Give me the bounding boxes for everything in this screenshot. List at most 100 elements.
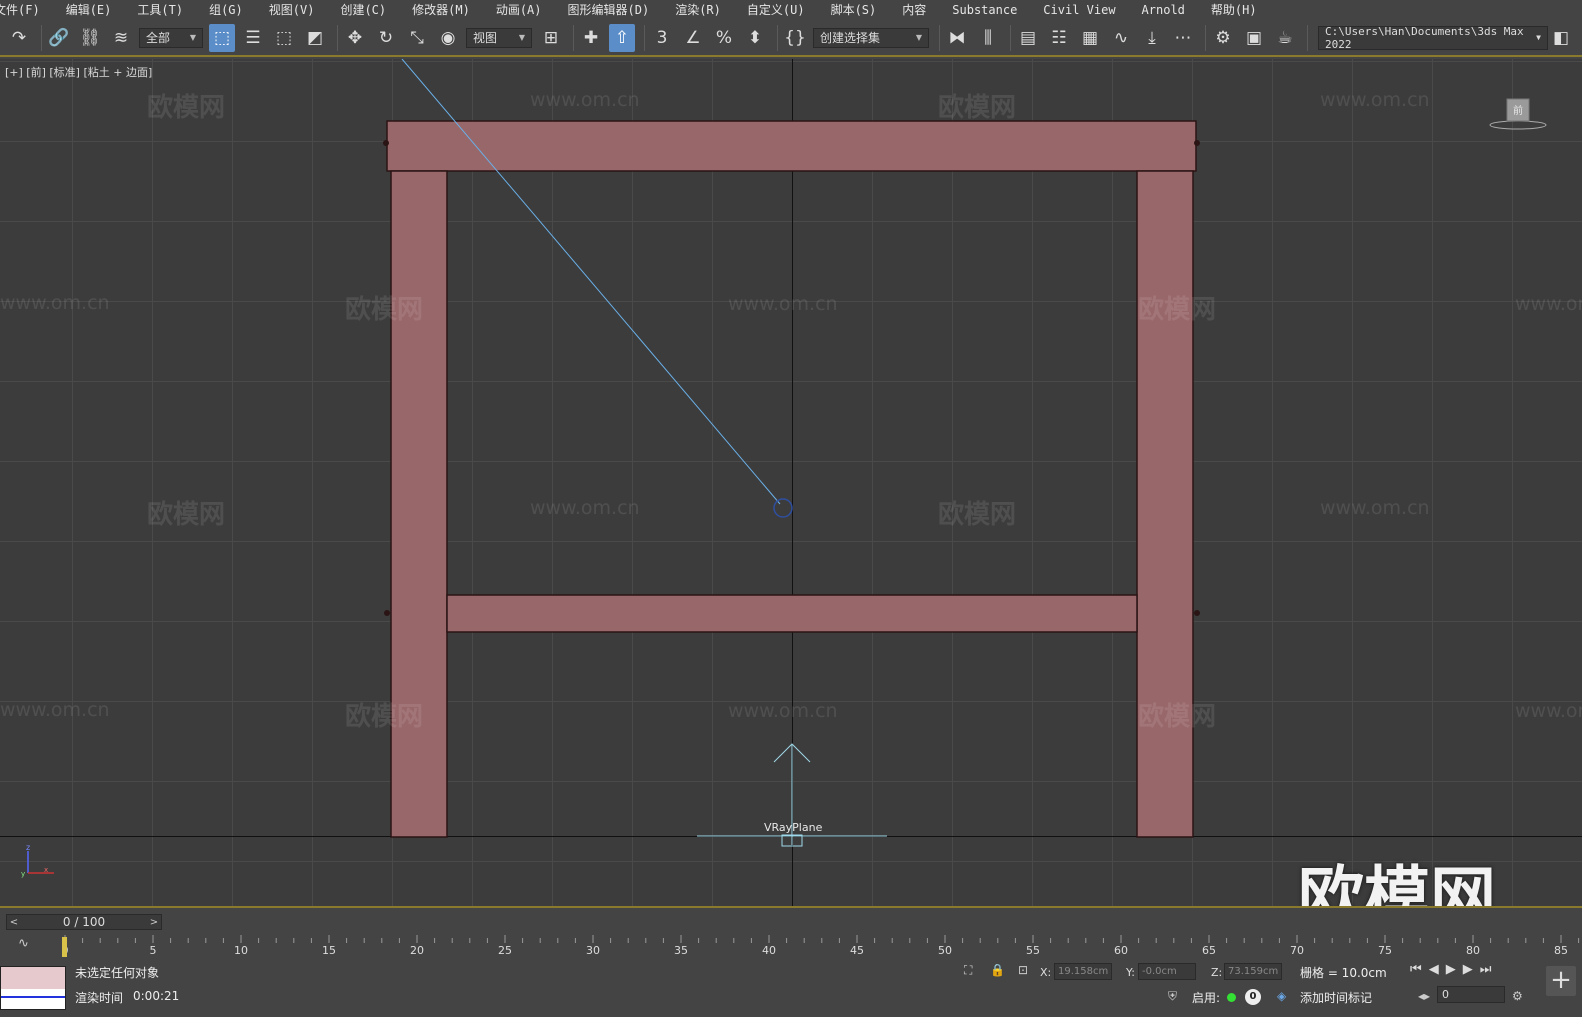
- toolbar-divider: [939, 24, 940, 51]
- mini-curve-editor-icon[interactable]: ∿: [18, 936, 40, 954]
- time-tag-icon[interactable]: ◈: [1277, 989, 1286, 1003]
- curve-editor-icon[interactable]: ∿: [1108, 24, 1134, 52]
- select-by-name-icon[interactable]: ☰: [240, 24, 266, 52]
- add-time-tag-button[interactable]: 添加时间标记: [1300, 989, 1372, 1006]
- project-path-dropdown[interactable]: C:\Users\Han\Documents\3ds Max 2022 ▼: [1318, 25, 1548, 51]
- select-manipulate-icon[interactable]: ✚: [578, 24, 604, 52]
- schematic-view-icon[interactable]: ⋯: [1170, 24, 1196, 52]
- angle-snap-icon[interactable]: ∠: [680, 24, 706, 52]
- select-object-button[interactable]: ⬚: [209, 23, 235, 52]
- ribbon-icon[interactable]: ▦: [1077, 24, 1103, 52]
- scene-explorer-icon[interactable]: ▤: [1015, 24, 1041, 52]
- chevron-down-icon: ▼: [915, 33, 922, 42]
- link-icon[interactable]: 🔗: [46, 24, 72, 52]
- viewport-label[interactable]: [+] [前] [标准] [粘土 + 边面]: [5, 64, 152, 80]
- render-production-icon[interactable]: ☕: [1272, 24, 1298, 52]
- spinner-snap-icon[interactable]: ⬍: [742, 24, 768, 52]
- menu-item[interactable]: 视图(V): [256, 0, 328, 20]
- dope-sheet-icon[interactable]: ⤓: [1139, 24, 1165, 52]
- time-config-icon[interactable]: ⚙: [1512, 989, 1523, 1003]
- x-coord-field[interactable]: 19.158cm: [1054, 963, 1112, 980]
- vertex-dot: [1194, 610, 1200, 616]
- status-bar: 未选定任何对象 渲染时间 0:00:21 ⛶ 🔒 ⊡ X: 19.158cm Y…: [0, 958, 1582, 1017]
- reference-coord-dropdown[interactable]: 视图 ▼: [466, 27, 532, 48]
- rotate-icon[interactable]: ↻: [373, 24, 399, 52]
- layer-explorer-icon[interactable]: ☷: [1046, 24, 1072, 52]
- move-icon[interactable]: ✥: [342, 24, 368, 52]
- top-rail[interactable]: [386, 120, 1197, 172]
- render-setup-icon[interactable]: ⚙: [1210, 24, 1236, 52]
- menu-item[interactable]: 修改器(M): [399, 0, 483, 20]
- viewcube[interactable]: 前: [1488, 95, 1548, 135]
- menu-item[interactable]: 内容: [889, 0, 939, 20]
- maxscript-listener-thumb[interactable]: [0, 966, 66, 1010]
- place-icon[interactable]: ◉: [435, 24, 461, 52]
- snap-label: 3: [656, 27, 668, 48]
- ruler-tick-label: 20: [410, 944, 424, 957]
- front-viewport[interactable]: [+] [前] [标准] [粘土 + 边面] 欧模网 www.om.cn 欧模网 ww…: [0, 59, 1582, 906]
- cross-rail[interactable]: [446, 594, 1138, 633]
- go-to-end-icon[interactable]: ⏭: [1480, 962, 1492, 977]
- z-coord-field[interactable]: 73.159cm: [1224, 963, 1282, 980]
- time-slider-marker[interactable]: [62, 937, 67, 957]
- play-icon[interactable]: ▶: [1446, 962, 1456, 977]
- scale-icon[interactable]: ⤡: [404, 24, 430, 52]
- selection-filter-dropdown[interactable]: 全部 ▼: [139, 27, 203, 48]
- named-selection-dropdown[interactable]: 创建选择集 ▼: [813, 27, 929, 48]
- go-to-start-icon[interactable]: ⏮: [1410, 962, 1422, 977]
- menu-item[interactable]: 工具(T): [124, 0, 196, 20]
- y-coord-field[interactable]: -0.0cm: [1138, 963, 1196, 980]
- window-crossing-icon[interactable]: ◩: [302, 24, 328, 52]
- set-project-folder-icon[interactable]: ◧: [1548, 24, 1574, 52]
- timeline-ruler[interactable]: 0510152025303540455055606570758085: [60, 935, 1582, 959]
- menu-item[interactable]: 创建(C): [327, 0, 399, 20]
- align-icon[interactable]: ⫼: [975, 24, 1001, 52]
- redo-icon[interactable]: ↷: [6, 24, 32, 52]
- rendered-frame-window-icon[interactable]: ▣: [1241, 24, 1267, 52]
- mirror-icon[interactable]: ⧓: [944, 24, 970, 52]
- playback-controls: ⏮ ◀ ▶ ▶ ⏭: [1410, 962, 1491, 977]
- isolate-selection-icon[interactable]: ⛶: [964, 963, 972, 978]
- left-leg[interactable]: [390, 170, 448, 838]
- time-slider[interactable]: < 0 / 100 >: [6, 914, 162, 930]
- menu-item[interactable]: 编辑(E): [53, 0, 125, 20]
- previous-key-icon[interactable]: ◀: [1429, 962, 1439, 977]
- chevron-down-icon: ▼: [1536, 33, 1541, 42]
- current-frame-field[interactable]: 0: [1437, 986, 1505, 1003]
- right-leg[interactable]: [1136, 170, 1194, 838]
- keyboard-shortcut-override-button[interactable]: ⇧: [609, 23, 635, 52]
- lock-icon[interactable]: 🔒: [990, 963, 1005, 977]
- menu-item[interactable]: 自定义(U): [734, 0, 818, 20]
- menu-item[interactable]: 帮助(H): [1198, 0, 1270, 20]
- menu-item[interactable]: 渲染(R): [662, 0, 734, 20]
- menu-item[interactable]: 脚本(S): [818, 0, 890, 20]
- table-frame[interactable]: [383, 120, 1200, 838]
- menu-item[interactable]: 图形编辑器(D): [555, 0, 663, 20]
- bind-spacewarp-icon[interactable]: ≋: [108, 24, 134, 52]
- vrayplane-label: VRayPlane: [764, 821, 823, 834]
- shield-icon[interactable]: ⛨: [1168, 989, 1177, 1004]
- ruler-tick-label: 55: [1026, 944, 1040, 957]
- snaps-toggle-icon[interactable]: 3: [649, 24, 675, 52]
- next-key-icon[interactable]: ▶: [1463, 962, 1473, 977]
- menu-item[interactable]: 组(G): [196, 0, 256, 20]
- unlink-icon[interactable]: ⛓: [77, 24, 103, 52]
- light-target-handle[interactable]: [773, 498, 793, 518]
- pivot-center-icon[interactable]: ⊞: [538, 24, 564, 52]
- menu-item[interactable]: 动画(A): [483, 0, 555, 20]
- edit-named-selection-icon[interactable]: {}: [782, 24, 808, 52]
- frame-nav-icon[interactable]: ◂▸: [1418, 989, 1430, 1003]
- absolute-mode-icon[interactable]: ⊡: [1018, 963, 1028, 977]
- key-count-badge[interactable]: 0: [1245, 989, 1261, 1005]
- percent-snap-icon[interactable]: %: [711, 24, 737, 52]
- ruler-tick-label: 10: [234, 944, 248, 957]
- toolbar-divider: [1205, 24, 1206, 51]
- menu-item[interactable]: Arnold: [1129, 0, 1198, 20]
- next-frame-button[interactable]: >: [147, 917, 161, 928]
- menu-item[interactable]: 文件(F): [0, 0, 53, 20]
- menu-item[interactable]: Substance: [939, 0, 1030, 20]
- menu-item[interactable]: Civil View: [1030, 0, 1128, 20]
- add-button[interactable]: +: [1546, 966, 1576, 996]
- prev-frame-button[interactable]: <: [7, 917, 21, 928]
- rectangular-selection-icon[interactable]: ⬚: [271, 24, 297, 52]
